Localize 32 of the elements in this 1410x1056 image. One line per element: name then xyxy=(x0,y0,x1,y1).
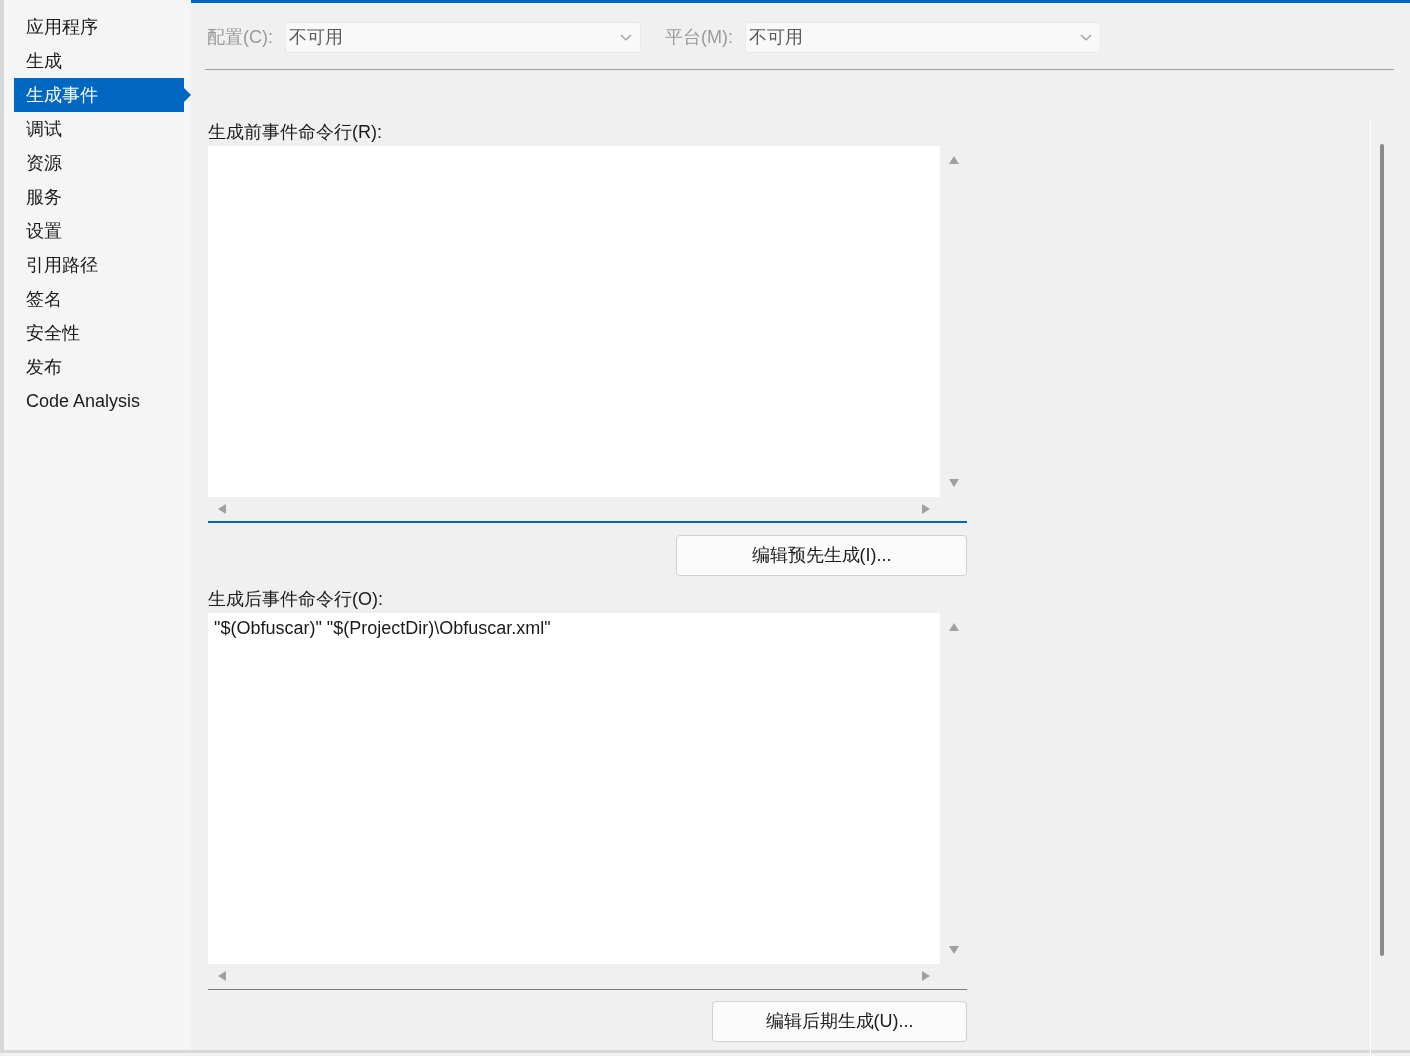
edit-button[interactable]: 编辑预先生成(I)... xyxy=(676,535,967,576)
sidebar-item[interactable]: 签名 xyxy=(14,282,184,316)
sidebar-item[interactable]: 发布 xyxy=(14,350,184,384)
command-line-textbox[interactable]: "$(Obfuscar)" "$(ProjectDir)\Obfuscar.xml" xyxy=(208,613,967,990)
sidebar-item[interactable]: 生成 xyxy=(14,44,184,78)
sidebar-item[interactable]: 设置 xyxy=(14,214,184,248)
scroll-down-icon[interactable] xyxy=(948,946,959,954)
scroll-right-icon[interactable] xyxy=(922,504,930,514)
sidebar-item[interactable]: 调试 xyxy=(14,112,184,146)
command-line-textbox[interactable] xyxy=(208,146,967,523)
scroll-up-icon[interactable] xyxy=(948,156,959,164)
scrollbar-thumb[interactable] xyxy=(1380,144,1384,956)
chevron-down-icon xyxy=(1080,34,1092,41)
sidebar-item[interactable]: 资源 xyxy=(14,146,184,180)
section-label: 生成前事件命令行(R): xyxy=(208,121,383,144)
scroll-left-icon[interactable] xyxy=(218,971,226,981)
chevron-down-icon xyxy=(620,34,632,41)
sidebar-item[interactable]: Code Analysis xyxy=(14,384,184,418)
command-text: "$(Obfuscar)" "$(ProjectDir)\Obfuscar.xml" xyxy=(214,618,551,638)
field-label: 平台(M): xyxy=(665,26,733,49)
scroll-right-icon[interactable] xyxy=(922,971,930,981)
scroll-down-icon[interactable] xyxy=(948,479,959,487)
sidebar-item[interactable]: 应用程序 xyxy=(14,10,184,44)
sidebar-item[interactable]: 引用路径 xyxy=(14,248,184,282)
section-label: 生成后事件命令行(O): xyxy=(208,588,384,611)
field-label: 配置(C): xyxy=(207,26,273,49)
scroll-up-icon[interactable] xyxy=(948,623,959,631)
scroll-left-icon[interactable] xyxy=(218,504,226,514)
edit-button[interactable]: 编辑后期生成(U)... xyxy=(712,1001,967,1042)
selection-pointer-icon xyxy=(184,88,191,102)
sidebar-item[interactable]: 服务 xyxy=(14,180,184,214)
sidebar-item[interactable]: 安全性 xyxy=(14,316,184,350)
